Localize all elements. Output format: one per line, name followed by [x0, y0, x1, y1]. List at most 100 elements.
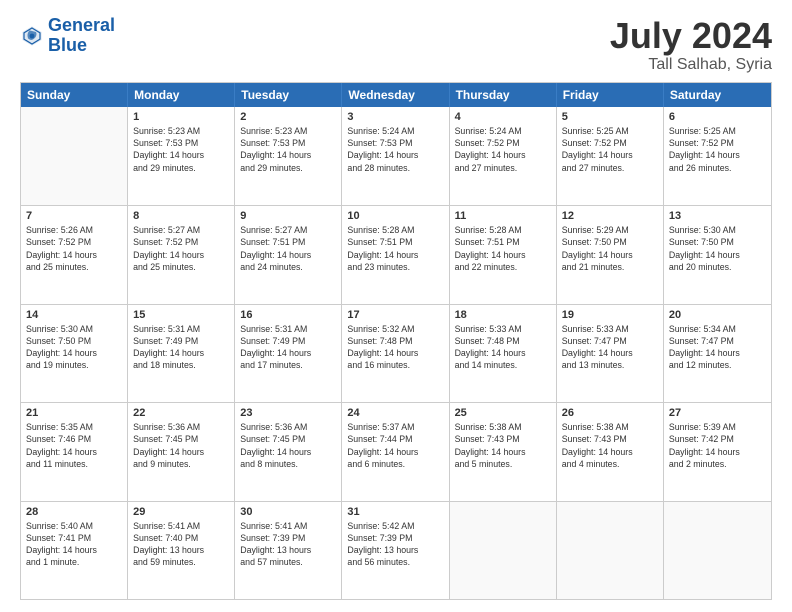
calendar-cell: 8Sunrise: 5:27 AM Sunset: 7:52 PM Daylig… [128, 206, 235, 303]
calendar: SundayMondayTuesdayWednesdayThursdayFrid… [20, 82, 772, 600]
calendar-cell: 18 Sunrise: 5:33 AM Sunset: 7:48 PM Dayli… [450, 305, 557, 402]
calendar-cell: 14 Sunrise: 5:30 AM Sunset: 7:50 PM Dayli… [21, 305, 128, 402]
day-info: Sunrise: 5:26 AM Sunset: 7:52 PM Dayligh… [26, 224, 122, 273]
weekday-header: Tuesday [235, 83, 342, 107]
calendar-cell: 9Sunrise: 5:27 AM Sunset: 7:51 PM Daylig… [235, 206, 342, 303]
calendar-header: SundayMondayTuesdayWednesdayThursdayFrid… [21, 83, 771, 107]
day-number: 28 [26, 506, 122, 518]
day-number: 20 [669, 309, 766, 321]
day-info: Sunrise: 5:29 AM Sunset: 7:50 PM Dayligh… [562, 224, 658, 273]
day-number: 2 [240, 111, 336, 123]
day-number: 21 [26, 407, 122, 419]
day-number: 16 [240, 309, 336, 321]
day-info: Sunrise: 5:33 AM Sunset: 7:48 PM Dayligh… [455, 323, 551, 372]
logo-line2: Blue [48, 35, 87, 55]
day-info: Sunrise: 5:30 AM Sunset: 7:50 PM Dayligh… [669, 224, 766, 273]
calendar-cell: 22Sunrise: 5:36 AM Sunset: 7:45 PM Dayli… [128, 403, 235, 500]
calendar-cell: 16 Sunrise: 5:31 AM Sunset: 7:49 PM Dayli… [235, 305, 342, 402]
day-number: 31 [347, 506, 443, 518]
calendar-cell: 25Sunrise: 5:38 AM Sunset: 7:43 PM Dayli… [450, 403, 557, 500]
calendar-cell: 31 Sunrise: 5:42 AM Sunset: 7:39 PM Dayli… [342, 502, 449, 599]
day-info: Sunrise: 5:23 AM Sunset: 7:53 PM Dayligh… [240, 125, 336, 174]
day-info: Sunrise: 5:31 AM Sunset: 7:49 PM Dayligh… [240, 323, 336, 372]
day-number: 24 [347, 407, 443, 419]
logo-line1: General [48, 15, 115, 35]
calendar-cell: 26 Sunrise: 5:38 AM Sunset: 7:43 PM Dayli… [557, 403, 664, 500]
day-info: Sunrise: 5:32 AM Sunset: 7:48 PM Dayligh… [347, 323, 443, 372]
day-info: Sunrise: 5:28 AM Sunset: 7:51 PM Dayligh… [347, 224, 443, 273]
day-info: Sunrise: 5:25 AM Sunset: 7:52 PM Dayligh… [669, 125, 766, 174]
calendar-cell: 17Sunrise: 5:32 AM Sunset: 7:48 PM Dayli… [342, 305, 449, 402]
calendar-week: 28 Sunrise: 5:40 AM Sunset: 7:41 PM Dayli… [21, 501, 771, 599]
weekday-header: Saturday [664, 83, 771, 107]
day-number: 27 [669, 407, 766, 419]
calendar-cell: 20 Sunrise: 5:34 AM Sunset: 7:47 PM Dayli… [664, 305, 771, 402]
calendar-cell: 13 Sunrise: 5:30 AM Sunset: 7:50 PM Dayli… [664, 206, 771, 303]
day-number: 7 [26, 210, 122, 222]
logo-text: General Blue [48, 16, 115, 56]
day-number: 14 [26, 309, 122, 321]
logo-icon [20, 24, 44, 48]
calendar-cell: 21Sunrise: 5:35 AM Sunset: 7:46 PM Dayli… [21, 403, 128, 500]
day-info: Sunrise: 5:24 AM Sunset: 7:53 PM Dayligh… [347, 125, 443, 174]
calendar-cell: 30Sunrise: 5:41 AM Sunset: 7:39 PM Dayli… [235, 502, 342, 599]
calendar-cell: 27 Sunrise: 5:39 AM Sunset: 7:42 PM Dayli… [664, 403, 771, 500]
day-info: Sunrise: 5:23 AM Sunset: 7:53 PM Dayligh… [133, 125, 229, 174]
day-number: 26 [562, 407, 658, 419]
calendar-cell: 7 Sunrise: 5:26 AM Sunset: 7:52 PM Daylig… [21, 206, 128, 303]
day-info: Sunrise: 5:33 AM Sunset: 7:47 PM Dayligh… [562, 323, 658, 372]
calendar-cell: 2 Sunrise: 5:23 AM Sunset: 7:53 PM Daylig… [235, 107, 342, 205]
day-number: 18 [455, 309, 551, 321]
day-info: Sunrise: 5:27 AM Sunset: 7:52 PM Dayligh… [133, 224, 229, 273]
title-block: July 2024 Tall Salhab, Syria [610, 16, 772, 74]
day-number: 15 [133, 309, 229, 321]
calendar-cell [450, 502, 557, 599]
calendar-cell: 5Sunrise: 5:25 AM Sunset: 7:52 PM Daylig… [557, 107, 664, 205]
day-number: 10 [347, 210, 443, 222]
calendar-cell: 1 Sunrise: 5:23 AM Sunset: 7:53 PM Daylig… [128, 107, 235, 205]
calendar-cell [557, 502, 664, 599]
day-number: 3 [347, 111, 443, 123]
calendar-cell: 15 Sunrise: 5:31 AM Sunset: 7:49 PM Dayli… [128, 305, 235, 402]
day-number: 11 [455, 210, 551, 222]
calendar-week: 7 Sunrise: 5:26 AM Sunset: 7:52 PM Daylig… [21, 205, 771, 303]
calendar-cell: 29Sunrise: 5:41 AM Sunset: 7:40 PM Dayli… [128, 502, 235, 599]
day-info: Sunrise: 5:37 AM Sunset: 7:44 PM Dayligh… [347, 421, 443, 470]
day-info: Sunrise: 5:42 AM Sunset: 7:39 PM Dayligh… [347, 520, 443, 569]
month-year: July 2024 [610, 16, 772, 56]
day-info: Sunrise: 5:28 AM Sunset: 7:51 PM Dayligh… [455, 224, 551, 273]
calendar-cell: 6Sunrise: 5:25 AM Sunset: 7:52 PM Daylig… [664, 107, 771, 205]
calendar-week: 14 Sunrise: 5:30 AM Sunset: 7:50 PM Dayli… [21, 304, 771, 402]
day-number: 23 [240, 407, 336, 419]
calendar-cell: 28 Sunrise: 5:40 AM Sunset: 7:41 PM Dayli… [21, 502, 128, 599]
day-info: Sunrise: 5:38 AM Sunset: 7:43 PM Dayligh… [562, 421, 658, 470]
calendar-cell: 3 Sunrise: 5:24 AM Sunset: 7:53 PM Daylig… [342, 107, 449, 205]
location: Tall Salhab, Syria [610, 56, 772, 74]
calendar-cell: 10 Sunrise: 5:28 AM Sunset: 7:51 PM Dayli… [342, 206, 449, 303]
day-info: Sunrise: 5:40 AM Sunset: 7:41 PM Dayligh… [26, 520, 122, 569]
day-number: 1 [133, 111, 229, 123]
day-info: Sunrise: 5:41 AM Sunset: 7:40 PM Dayligh… [133, 520, 229, 569]
day-number: 19 [562, 309, 658, 321]
day-info: Sunrise: 5:34 AM Sunset: 7:47 PM Dayligh… [669, 323, 766, 372]
calendar-week: 1 Sunrise: 5:23 AM Sunset: 7:53 PM Daylig… [21, 107, 771, 205]
day-info: Sunrise: 5:24 AM Sunset: 7:52 PM Dayligh… [455, 125, 551, 174]
day-number: 5 [562, 111, 658, 123]
weekday-header: Friday [557, 83, 664, 107]
day-number: 13 [669, 210, 766, 222]
calendar-body: 1 Sunrise: 5:23 AM Sunset: 7:53 PM Daylig… [21, 107, 771, 599]
calendar-week: 21Sunrise: 5:35 AM Sunset: 7:46 PM Dayli… [21, 402, 771, 500]
day-info: Sunrise: 5:36 AM Sunset: 7:45 PM Dayligh… [240, 421, 336, 470]
calendar-cell: 11 Sunrise: 5:28 AM Sunset: 7:51 PM Dayli… [450, 206, 557, 303]
weekday-header: Monday [128, 83, 235, 107]
day-info: Sunrise: 5:30 AM Sunset: 7:50 PM Dayligh… [26, 323, 122, 372]
day-info: Sunrise: 5:39 AM Sunset: 7:42 PM Dayligh… [669, 421, 766, 470]
page: General Blue July 2024 Tall Salhab, Syri… [0, 0, 792, 612]
day-info: Sunrise: 5:31 AM Sunset: 7:49 PM Dayligh… [133, 323, 229, 372]
day-info: Sunrise: 5:41 AM Sunset: 7:39 PM Dayligh… [240, 520, 336, 569]
weekday-header: Wednesday [342, 83, 449, 107]
day-info: Sunrise: 5:27 AM Sunset: 7:51 PM Dayligh… [240, 224, 336, 273]
logo: General Blue [20, 16, 115, 56]
calendar-cell: 23 Sunrise: 5:36 AM Sunset: 7:45 PM Dayli… [235, 403, 342, 500]
day-number: 12 [562, 210, 658, 222]
